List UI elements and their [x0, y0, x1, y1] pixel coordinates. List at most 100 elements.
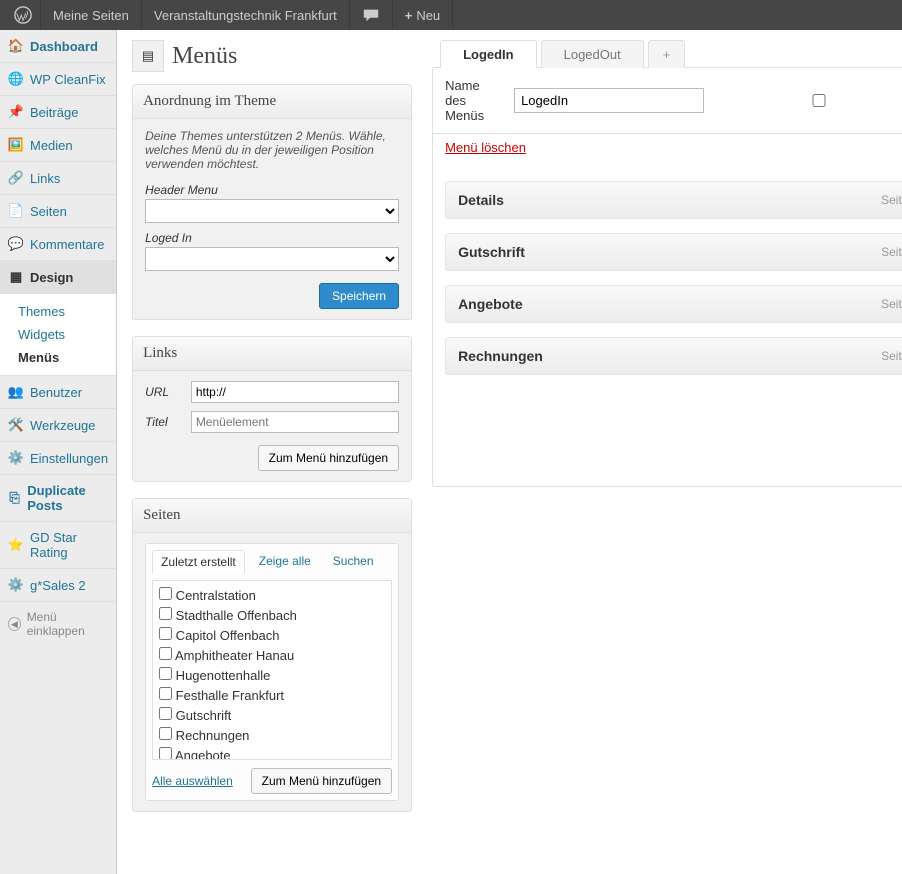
page-checkbox[interactable]: [159, 587, 172, 600]
duplicate-icon: ⎘: [8, 490, 21, 506]
site-name-link[interactable]: Veranstaltungstechnik Frankfurt: [142, 0, 350, 30]
links-box: Links URL Titel Zum Menü hinzufügen: [132, 336, 412, 482]
page-check-item[interactable]: Hugenottenhalle: [159, 665, 385, 685]
settings-icon: ⚙️: [8, 450, 24, 466]
menu-tab-logedout[interactable]: LogedOut: [541, 40, 644, 68]
tab-search[interactable]: Suchen: [325, 550, 382, 574]
page-checkbox[interactable]: [159, 747, 172, 760]
add-pages-button[interactable]: Zum Menü hinzufügen: [251, 768, 392, 794]
pin-icon: 📌: [8, 104, 24, 120]
url-input[interactable]: [191, 381, 399, 403]
sidebar-item-dashboard[interactable]: 🏠Dashboard: [0, 30, 116, 63]
wp-logo[interactable]: [8, 0, 41, 30]
pages-box: Seiten Zuletzt erstellt Zeige alle Suche…: [132, 498, 412, 812]
menu-checkbox[interactable]: [714, 94, 902, 107]
comments-link[interactable]: [350, 0, 393, 30]
page-checkbox[interactable]: [159, 627, 172, 640]
menu-item[interactable]: Rechnungen Seite: [445, 337, 902, 375]
header-menu-label: Header Menu: [145, 183, 399, 197]
pages-heading: Seiten: [133, 499, 411, 533]
page-checkbox[interactable]: [159, 667, 172, 680]
my-sites-link[interactable]: Meine Seiten: [41, 0, 142, 30]
page-check-item[interactable]: Capitol Offenbach: [159, 625, 385, 645]
page-check-item[interactable]: Festhalle Frankfurt: [159, 685, 385, 705]
menu-item[interactable]: Gutschrift Seite: [445, 233, 902, 271]
menu-item-type: Seite: [881, 245, 902, 259]
menu-tab-logedin[interactable]: LogedIn: [440, 40, 537, 68]
page-checkbox[interactable]: [159, 607, 172, 620]
sidebar-item-dup-posts[interactable]: ⎘Duplicate Posts: [0, 475, 116, 522]
menu-item[interactable]: DetailsSeite: [445, 181, 902, 219]
sidebar-item-cleanfix[interactable]: 🌐WP CleanFix: [0, 63, 116, 96]
theme-locations-box: Anordnung im Theme Deine Themes unterstü…: [132, 84, 412, 320]
tab-recent[interactable]: Zuletzt erstellt: [152, 550, 245, 574]
sidebar-item-gdstar[interactable]: ⭐GD Star Rating: [0, 522, 116, 569]
logedin-menu-select[interactable]: [145, 247, 399, 271]
wordpress-icon: [14, 6, 32, 24]
add-link-button[interactable]: Zum Menü hinzufügen: [258, 445, 399, 471]
sidebar-sub-widgets[interactable]: Widgets: [12, 323, 116, 346]
link-icon: 🔗: [8, 170, 24, 186]
sidebar-item-settings[interactable]: ⚙️Einstellungen: [0, 442, 116, 475]
title-label: Titel: [145, 415, 181, 429]
page-check-item[interactable]: Angebote: [159, 745, 385, 760]
delete-menu-link[interactable]: Menü löschen: [445, 140, 526, 155]
page-checkbox[interactable]: [159, 707, 172, 720]
menu-item-title: Angebote: [458, 296, 523, 312]
menu-name-input[interactable]: [514, 88, 704, 113]
menus-icon: ▤: [132, 40, 164, 72]
sidebar-item-links[interactable]: 🔗Links: [0, 162, 116, 195]
pages-tabs: Zuletzt erstellt Zeige alle Suchen: [152, 550, 392, 574]
tab-all[interactable]: Zeige alle: [251, 550, 319, 574]
admin-sidebar: 🏠Dashboard 🌐WP CleanFix 📌Beiträge 🖼️Medi…: [0, 30, 117, 874]
select-all-link[interactable]: Alle auswählen: [152, 774, 233, 788]
url-label: URL: [145, 385, 181, 399]
page-header: ▤ Menüs: [132, 40, 412, 72]
page-check-item[interactable]: Centralstation: [159, 585, 385, 605]
main-content: ▤ Menüs Anordnung im Theme Deine Themes …: [117, 30, 902, 874]
menu-item-title: Gutschrift: [458, 244, 525, 260]
menu-item-title: Rechnungen: [458, 348, 543, 364]
page-check-item[interactable]: Gutschrift: [159, 705, 385, 725]
new-link[interactable]: +Neu: [393, 0, 453, 30]
sidebar-item-posts[interactable]: 📌Beiträge: [0, 96, 116, 129]
menu-tabs: LogedIn LogedOut +: [440, 40, 902, 68]
page-checkbox[interactable]: [159, 687, 172, 700]
page-checkbox[interactable]: [159, 647, 172, 660]
dashboard-icon: 🏠: [8, 38, 24, 54]
save-locations-button[interactable]: Speichern: [319, 283, 399, 309]
sidebar-item-gsales[interactable]: ⚙️g*Sales 2: [0, 569, 116, 602]
sidebar-item-pages[interactable]: 📄Seiten: [0, 195, 116, 228]
sidebar-item-users[interactable]: 👥Benutzer: [0, 376, 116, 409]
sidebar-item-comments[interactable]: 💬Kommentare: [0, 228, 116, 261]
menu-tab-add[interactable]: +: [648, 40, 686, 68]
sidebar-submenu-design: Themes Widgets Menüs: [0, 294, 116, 376]
page-check-item[interactable]: Rechnungen: [159, 725, 385, 745]
sidebar-item-tools[interactable]: 🛠️Werkzeuge: [0, 409, 116, 442]
sidebar-item-design[interactable]: ▦Design: [0, 261, 116, 294]
plus-icon: +: [405, 8, 413, 23]
sidebar-sub-themes[interactable]: Themes: [12, 300, 116, 323]
menu-item-type: Seite: [881, 349, 902, 363]
pages-checklist[interactable]: Centralstation Stadthalle Offenbach Capi…: [152, 580, 392, 760]
page-check-item[interactable]: Stadthalle Offenbach: [159, 605, 385, 625]
header-menu-select[interactable]: [145, 199, 399, 223]
sidebar-item-media[interactable]: 🖼️Medien: [0, 129, 116, 162]
menu-item[interactable]: AngeboteSeite: [445, 285, 902, 323]
gear-icon: ⚙️: [8, 577, 24, 593]
theme-locations-heading: Anordnung im Theme: [133, 85, 411, 119]
title-input[interactable]: [191, 411, 399, 433]
admin-bar: Meine Seiten Veranstaltungstechnik Frank…: [0, 0, 902, 30]
links-heading: Links: [133, 337, 411, 371]
sidebar-sub-menus[interactable]: Menüs: [12, 346, 116, 369]
collapse-menu[interactable]: ◀Menü einklappen: [0, 602, 116, 646]
cleanfix-icon: 🌐: [8, 71, 24, 87]
menu-item-title: Details: [458, 192, 504, 208]
appearance-icon: ▦: [8, 269, 24, 285]
page-check-item[interactable]: Amphitheater Hanau: [159, 645, 385, 665]
page-checkbox[interactable]: [159, 727, 172, 740]
menu-checkbox-wrap[interactable]: N: [714, 93, 902, 108]
star-icon: ⭐: [8, 537, 24, 553]
tools-icon: 🛠️: [8, 417, 24, 433]
page-title: Menüs: [172, 43, 237, 70]
